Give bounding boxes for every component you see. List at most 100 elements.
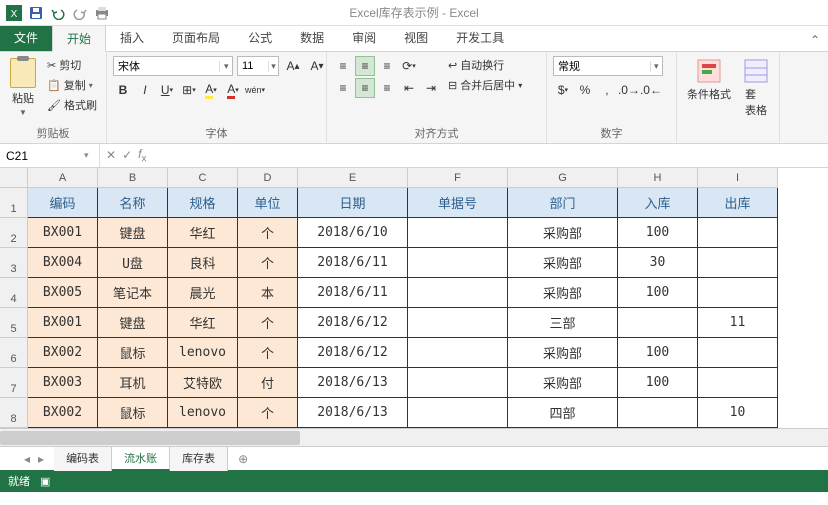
tab-nav-prev-icon[interactable]: ◂	[20, 452, 34, 466]
data-cell[interactable]	[408, 248, 508, 278]
underline-icon[interactable]: U▾	[157, 80, 177, 100]
indent-left-icon[interactable]: ⇤	[399, 78, 419, 98]
fx-icon[interactable]: fx	[138, 147, 146, 164]
data-cell[interactable]: 三部	[508, 308, 618, 338]
data-cell[interactable]: 采购部	[508, 218, 618, 248]
data-cell[interactable]: 采购部	[508, 278, 618, 308]
header-cell[interactable]: 编码	[28, 188, 98, 218]
data-cell[interactable]	[408, 308, 508, 338]
data-cell[interactable]	[698, 278, 778, 308]
orientation-icon[interactable]: ⟳▾	[399, 56, 419, 76]
tab-nav-next-icon[interactable]: ▸	[34, 452, 48, 466]
data-cell[interactable]: 100	[618, 278, 698, 308]
tab-公式[interactable]: 公式	[234, 24, 286, 51]
col-header[interactable]: D	[238, 168, 298, 188]
col-header[interactable]: A	[28, 168, 98, 188]
align-left-icon[interactable]: ≡	[333, 78, 353, 98]
data-cell[interactable]: 个	[238, 308, 298, 338]
quickprint-icon[interactable]	[92, 3, 112, 23]
data-cell[interactable]	[408, 218, 508, 248]
sheet-tab[interactable]: 编码表	[54, 447, 112, 471]
data-cell[interactable]: 鼠标	[98, 398, 168, 428]
data-cell[interactable]: 键盘	[98, 308, 168, 338]
data-cell[interactable]: 晨光	[168, 278, 238, 308]
font-name-combo[interactable]: ▾	[113, 56, 233, 76]
tab-插入[interactable]: 插入	[106, 24, 158, 51]
header-cell[interactable]: 单位	[238, 188, 298, 218]
percent-icon[interactable]: %	[575, 80, 595, 100]
align-top-icon[interactable]: ≡	[333, 56, 353, 76]
bold-icon[interactable]: B	[113, 80, 133, 100]
data-cell[interactable]: BX004	[28, 248, 98, 278]
data-cell[interactable]: BX001	[28, 218, 98, 248]
copy-button[interactable]: 📋复制▾	[44, 76, 100, 94]
data-cell[interactable]: U盘	[98, 248, 168, 278]
row-header[interactable]: 5	[0, 308, 28, 338]
data-cell[interactable]: BX003	[28, 368, 98, 398]
name-box[interactable]: ▾	[0, 144, 100, 167]
data-cell[interactable]: 30	[618, 248, 698, 278]
data-cell[interactable]	[408, 338, 508, 368]
data-cell[interactable]: 2018/6/13	[298, 398, 408, 428]
select-all-corner[interactable]	[0, 168, 28, 188]
tab-数据[interactable]: 数据	[286, 24, 338, 51]
data-cell[interactable]	[698, 368, 778, 398]
increase-font-icon[interactable]: A▴	[283, 56, 303, 76]
data-cell[interactable]: lenovo	[168, 338, 238, 368]
conditional-format-button[interactable]: 条件格式	[683, 56, 735, 104]
header-cell[interactable]: 出库	[698, 188, 778, 218]
wrap-text-button[interactable]: ↩自动换行	[445, 56, 525, 74]
tab-审阅[interactable]: 审阅	[338, 24, 390, 51]
data-cell[interactable]	[618, 398, 698, 428]
new-sheet-icon[interactable]: ⊕	[234, 452, 252, 466]
data-cell[interactable]: 华红	[168, 218, 238, 248]
row-header[interactable]: 4	[0, 278, 28, 308]
worksheet-grid[interactable]: ABCDEFGHI 1编码名称规格单位日期单据号部门入库出库2BX001键盘华红…	[0, 168, 828, 428]
macro-record-icon[interactable]: ▣	[40, 475, 50, 488]
tab-开始[interactable]: 开始	[52, 24, 106, 52]
data-cell[interactable]: 个	[238, 338, 298, 368]
data-cell[interactable]	[408, 368, 508, 398]
data-cell[interactable]: 2018/6/12	[298, 308, 408, 338]
col-header[interactable]: G	[508, 168, 618, 188]
col-header[interactable]: I	[698, 168, 778, 188]
data-cell[interactable]	[408, 278, 508, 308]
row-header[interactable]: 8	[0, 398, 28, 428]
col-header[interactable]: B	[98, 168, 168, 188]
col-header[interactable]: F	[408, 168, 508, 188]
data-cell[interactable]: 耳机	[98, 368, 168, 398]
formula-input[interactable]	[152, 148, 828, 163]
decrease-font-icon[interactable]: A▾	[307, 56, 327, 76]
indent-right-icon[interactable]: ⇥	[421, 78, 441, 98]
data-cell[interactable]: 2018/6/12	[298, 338, 408, 368]
paste-button[interactable]: 粘贴 ▼	[6, 56, 40, 119]
data-cell[interactable]: 四部	[508, 398, 618, 428]
data-cell[interactable]	[698, 248, 778, 278]
data-cell[interactable]: BX002	[28, 338, 98, 368]
tab-开发工具[interactable]: 开发工具	[442, 24, 518, 51]
tab-文件[interactable]: 文件	[0, 24, 52, 51]
row-header[interactable]: 7	[0, 368, 28, 398]
data-cell[interactable]: 2018/6/11	[298, 278, 408, 308]
horizontal-scrollbar[interactable]	[0, 428, 828, 446]
header-cell[interactable]: 日期	[298, 188, 408, 218]
data-cell[interactable]: BX001	[28, 308, 98, 338]
align-bottom-icon[interactable]: ≡	[377, 56, 397, 76]
phonetic-icon[interactable]: wén▾	[245, 80, 265, 100]
data-cell[interactable]: 个	[238, 218, 298, 248]
header-cell[interactable]: 规格	[168, 188, 238, 218]
data-cell[interactable]: 2018/6/13	[298, 368, 408, 398]
data-cell[interactable]: 鼠标	[98, 338, 168, 368]
save-icon[interactable]	[26, 3, 46, 23]
number-format-combo[interactable]: ▾	[553, 56, 663, 76]
decrease-decimal-icon[interactable]: .0←	[641, 80, 661, 100]
font-color-icon[interactable]: A▾	[223, 80, 243, 100]
cut-button[interactable]: ✂剪切	[44, 56, 100, 74]
data-cell[interactable]: 采购部	[508, 338, 618, 368]
row-header[interactable]: 3	[0, 248, 28, 278]
accounting-icon[interactable]: $▾	[553, 80, 573, 100]
col-header[interactable]: C	[168, 168, 238, 188]
data-cell[interactable]	[408, 398, 508, 428]
align-middle-icon[interactable]: ≡	[355, 56, 375, 76]
data-cell[interactable]: 付	[238, 368, 298, 398]
